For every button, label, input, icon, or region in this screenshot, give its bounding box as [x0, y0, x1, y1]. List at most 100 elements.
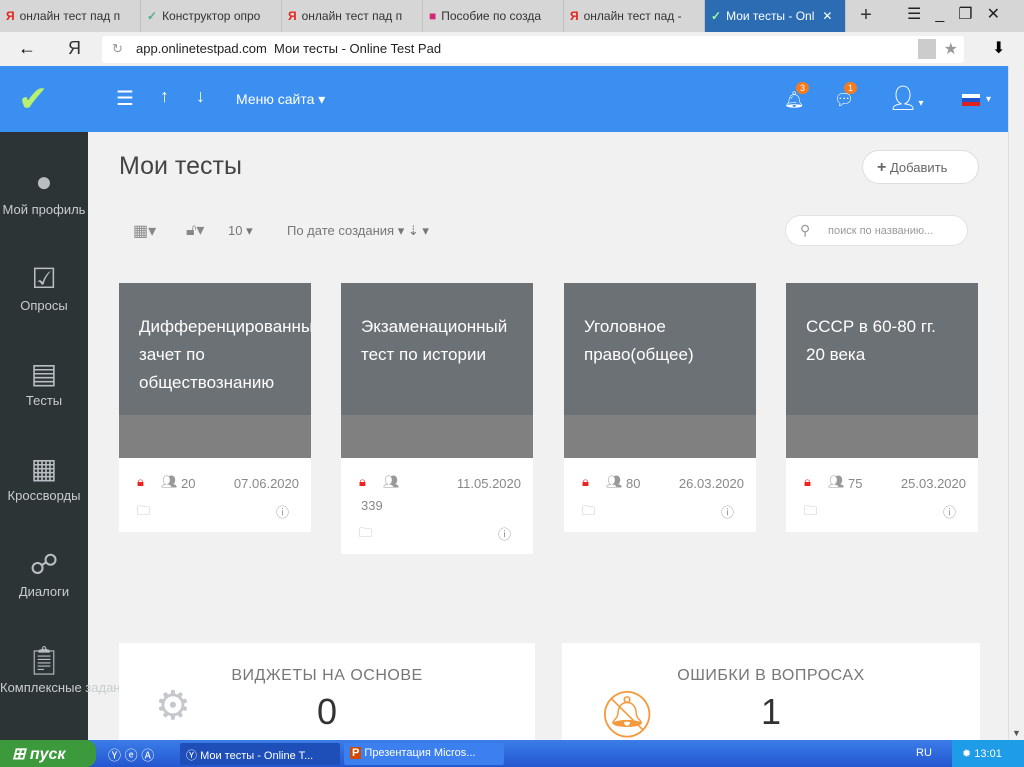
users-icon: 👥︎ [161, 474, 178, 489]
card-title-line: право(общее) [584, 345, 694, 364]
tab-active[interactable]: ✓ Мои тесты - Onl ✕ [705, 0, 846, 32]
chevron-down-icon[interactable]: ▾ [986, 94, 991, 105]
card-date: 11.05.2020 [456, 476, 521, 491]
folder-icon[interactable]: 🗀 [137, 502, 150, 524]
participants-count: 75 [848, 476, 863, 491]
tab[interactable]: ■ Пособие по созда [423, 0, 564, 32]
window-controls[interactable]: ☰_❐✕ [907, 0, 1024, 32]
add-button[interactable]: + Добавить [862, 150, 979, 184]
yandex-icon: Я [288, 9, 297, 23]
card-title-line: 20 века [806, 345, 866, 364]
card-title: Экзаменационный тест по истории [341, 283, 533, 415]
info-icon[interactable]: ⓘ [943, 502, 956, 521]
card-date: 25.03.2020 [900, 476, 966, 491]
widget-card[interactable]: ВИДЖЕТЫ НА ОСНОВЕ 0 ⚙ [119, 643, 535, 740]
dialog-icon: ☍ [29, 549, 59, 580]
card-title: СССР в 60-80 гг. 20 века [786, 283, 978, 415]
card-title-line: Экзаменационный [361, 317, 508, 336]
participants-count: 20 [181, 476, 196, 491]
lock-icon[interactable] [918, 39, 936, 59]
notification-badge: 3 [796, 82, 810, 94]
flag-ru-icon[interactable] [962, 94, 980, 106]
info-icon[interactable]: ⓘ [721, 502, 734, 521]
taskbar: ⊞ пуск Ⓨ ⓔ Ⓐ Ⓨ Мои тесты - Online T... P… [0, 740, 1024, 767]
download-icon[interactable]: ⬇ [992, 38, 1005, 58]
new-tab-button[interactable]: + [846, 0, 886, 32]
sidebar-item-crosswords[interactable]: ▦ Кроссворды [0, 452, 88, 503]
sort-select[interactable]: По дате создания ▾ ⇣ ▾ [287, 223, 429, 239]
participants-count: 339 [361, 498, 383, 513]
arrow-up-icon[interactable]: ↑ [160, 86, 169, 107]
lock-icon: 🔒︎ [359, 474, 366, 489]
page-title: Мои тесты [119, 152, 242, 180]
search-icon: ⚲ [800, 222, 811, 238]
tab[interactable]: Яонлайн тест пад п [282, 0, 423, 32]
site-menu[interactable]: Меню сайта ▾ [236, 91, 325, 108]
onlinetestpad-icon: ✓ [711, 9, 722, 23]
sidebar-item-complex-tasks[interactable]: 📋︎ Комплексные задания [0, 644, 135, 695]
sidebar-item-dialogs[interactable]: ☍ Диалоги [0, 548, 88, 599]
url-field[interactable]: ↻ app.onlinetestpad.com Мои тесты - Onli… [102, 36, 964, 63]
taskbar-item[interactable]: Ⓨ Мои тесты - Online T... [180, 743, 340, 765]
user-avatar-icon[interactable]: 👤︎▾ [888, 84, 924, 113]
tab[interactable]: ✓ Конструктор опро [141, 0, 282, 32]
tab[interactable]: Яонлайн тест пад - [564, 0, 705, 32]
card-title-line: Уголовное [584, 317, 666, 336]
sidebar-item-profile[interactable]: ● Мой профиль [0, 166, 88, 217]
scrollbar[interactable]: ▼ [1008, 66, 1024, 740]
search-input[interactable]: ⚲ поиск по названию... [785, 215, 968, 246]
card-date: 26.03.2020 [678, 476, 744, 491]
unlock-icon[interactable]: 🔓︎▾ [186, 220, 204, 240]
close-icon[interactable]: ✕ [822, 9, 832, 23]
language-indicator[interactable]: RU [916, 747, 932, 759]
card-title-line: тест по истории [361, 345, 486, 364]
test-card[interactable]: Дифференцированный зачет по обществознанию… [119, 283, 311, 532]
test-card[interactable]: Уголовное право(общее) 🔒︎ 👥︎ 80 26.03.202… [564, 283, 756, 532]
info-icon[interactable]: ⓘ [498, 524, 511, 543]
presentation-icon: ■ [429, 9, 437, 23]
card-title-line: СССР в 60-80 гг. [806, 317, 936, 336]
card-title-line: зачет по [139, 345, 205, 364]
users-icon: 👥︎ [383, 474, 400, 489]
card-date: 07.06.2020 [233, 476, 299, 491]
back-icon[interactable]: ← [18, 38, 36, 59]
logo[interactable]: ✔ [18, 78, 48, 120]
start-button[interactable]: ⊞ пуск [0, 740, 96, 767]
reload-icon[interactable]: ↻ [112, 41, 123, 57]
lock-icon: 🔒︎ [582, 474, 589, 489]
checklist-icon: 📋︎ [26, 645, 62, 676]
star-icon[interactable]: ★ [944, 39, 958, 59]
quicklaunch-icons[interactable]: Ⓨ ⓔ Ⓐ [108, 745, 154, 764]
yandex-icon: Я [570, 9, 579, 23]
survey-icon: ☑ [31, 263, 57, 294]
grid-view-icon[interactable]: ▦▾ [133, 221, 156, 241]
sidebar-item-surveys[interactable]: ☑ Опросы [0, 262, 88, 313]
menu-icon[interactable]: ☰ [116, 86, 134, 111]
errors-card[interactable]: ОШИБКИ В ВОПРОСАХ 1 🔕︎ [562, 643, 980, 740]
lock-icon: 🔒︎ [137, 474, 144, 489]
crossword-icon: ▦ [30, 453, 58, 484]
folder-icon[interactable]: 🗀 [804, 502, 817, 524]
info-icon[interactable]: ⓘ [276, 502, 289, 521]
user-icon: ● [35, 166, 53, 197]
page-size-select[interactable]: 10 ▾ [228, 223, 253, 239]
folder-icon[interactable]: 🗀 [359, 524, 372, 546]
document-icon: ▤ [30, 358, 58, 389]
users-icon: 👥︎ [606, 474, 623, 489]
sidebar: ● Мой профиль ☑ Опросы ▤ Тесты ▦ Кроссворды … [0, 132, 135, 740]
users-icon: 👥︎ [828, 474, 845, 489]
taskbar-item[interactable]: P Презентация Micros... [344, 743, 504, 765]
onlinetestpad-icon: ✓ [147, 9, 158, 23]
test-card[interactable]: СССР в 60-80 гг. 20 века 🔒︎ 👥︎ 75 25.03.2… [786, 283, 978, 532]
browser-tabs: Яонлайн тест пад п ✓ Конструктор опро Яон… [0, 0, 1024, 32]
lock-icon: 🔒︎ [804, 474, 811, 489]
card-title: Уголовное право(общее) [564, 283, 756, 415]
arrow-down-icon[interactable]: ↓ [196, 86, 205, 107]
yandex-icon: Я [6, 9, 15, 23]
test-card[interactable]: Экзаменационный тест по истории 🔒︎ 👥︎ 339… [341, 283, 533, 554]
folder-icon[interactable]: 🗀 [582, 502, 595, 524]
system-tray: ✹ 13:01 [952, 740, 1024, 767]
sidebar-item-tests[interactable]: ▤ Тесты [0, 357, 88, 408]
yandex-icon[interactable]: Я [68, 38, 81, 59]
tab[interactable]: Яонлайн тест пад п [0, 0, 141, 32]
